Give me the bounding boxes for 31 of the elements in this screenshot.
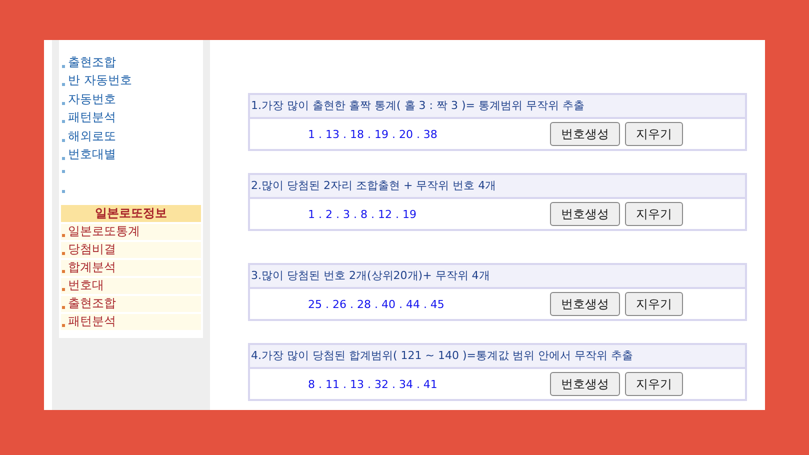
generated-numbers: 8 . 11 . 13 . 32 . 34 . 41 [307,378,438,390]
section-link[interactable]: 합계분석 [61,260,201,276]
generate-button[interactable]: 번호생성 [550,122,620,146]
bullet-icon [62,170,65,173]
panel-title: 4.가장 많이 당첨된 합계범위( 121 ~ 140 )=통계값 범위 안에서 무작위 추출 [250,345,745,367]
panel-title: 2.많이 당첨된 2자리 조합출현 + 무작위 번호 4개 [250,175,745,197]
generated-numbers: 25 . 26 . 28 . 40 . 44 . 45 [307,298,446,310]
sidebar-link[interactable]: 해외로또 [61,126,201,144]
clear-button[interactable]: 지우기 [625,372,683,396]
section-link[interactable]: 출현조합 [61,296,201,312]
sidebar-link[interactable]: 번호대별 [61,144,201,163]
sidebar-link[interactable]: 반 자동번호 [61,70,201,89]
sidebar-link[interactable]: 출현조합 [61,52,201,70]
clear-button[interactable]: 지우기 [625,202,683,226]
sidebar-link[interactable]: 패턴분석 [61,108,201,126]
clear-button[interactable]: 지우기 [625,292,683,316]
generate-button[interactable]: 번호생성 [550,202,620,226]
bullet-icon [62,190,65,193]
sidebar-link[interactable]: 자동번호 [61,89,201,108]
panel-title: 3.많이 당첨된 번호 2개(상위20개)+ 무작위 4개 [250,265,745,287]
section-link[interactable]: 당첨비결 [61,242,201,258]
section-title: 일본로또정보 [61,205,201,222]
generate-button[interactable]: 번호생성 [550,292,620,316]
clear-button[interactable]: 지우기 [625,122,683,146]
section-link[interactable]: 번호대 [61,278,201,294]
generate-button[interactable]: 번호생성 [550,372,620,396]
section-link[interactable]: 일본로또통계 [61,224,201,240]
generated-numbers: 1 . 13 . 18 . 19 . 20 . 38 [307,128,438,140]
panel-title: 1.가장 많이 출현한 홀짝 통계( 홀 3 : 짝 3 )= 통계범위 무작위 추출 [250,95,745,117]
generated-numbers: 1 . 2 . 3 . 8 . 12 . 19 [307,208,418,220]
section-link[interactable]: 패턴분석 [61,314,201,330]
